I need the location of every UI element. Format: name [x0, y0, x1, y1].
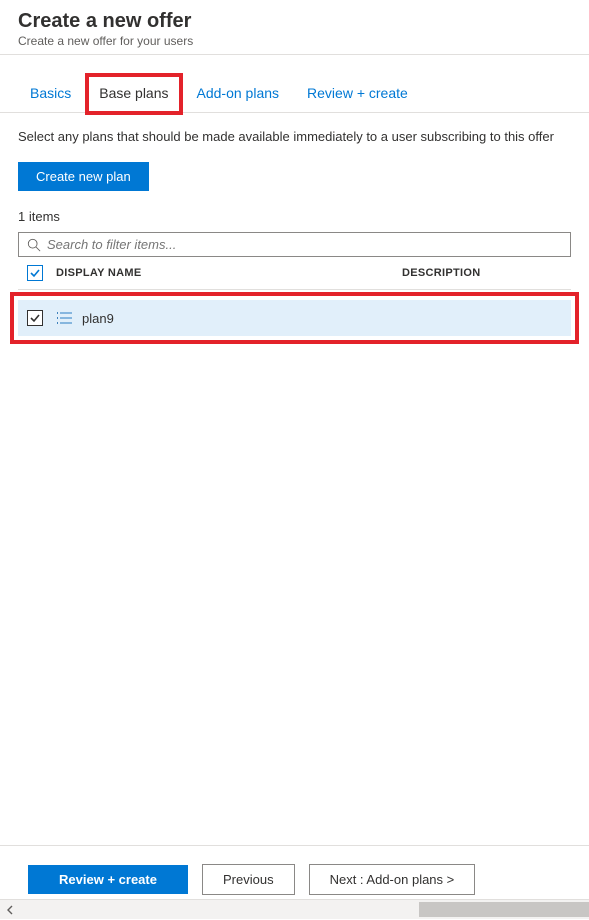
page-subtitle: Create a new offer for your users [18, 34, 571, 48]
footer: Review + create Previous Next : Add-on p… [0, 845, 589, 895]
review-create-button[interactable]: Review + create [28, 865, 188, 894]
search-icon [27, 238, 41, 252]
tab-basics[interactable]: Basics [18, 75, 83, 112]
item-count: 1 items [18, 209, 571, 224]
create-new-plan-button[interactable]: Create new plan [18, 162, 149, 191]
tabs: Basics Base plans Add-on plans Review + … [0, 75, 589, 113]
table-row[interactable]: plan9 [18, 300, 571, 336]
tab-review-create[interactable]: Review + create [295, 75, 420, 112]
table-header: DISPLAY NAME DESCRIPTION [18, 257, 571, 290]
page-title: Create a new offer [18, 10, 571, 33]
column-display-name[interactable]: DISPLAY NAME [52, 267, 402, 279]
row-display-name: plan9 [82, 311, 114, 326]
plans-table: DISPLAY NAME DESCRIPTION plan9 [18, 257, 571, 336]
scroll-thumb[interactable] [419, 902, 589, 917]
scroll-left-arrow[interactable] [0, 900, 20, 920]
tab-base-plans[interactable]: Base plans [87, 75, 180, 113]
horizontal-scrollbar[interactable] [0, 899, 589, 919]
next-button[interactable]: Next : Add-on plans > [309, 864, 476, 895]
tab-addon-plans[interactable]: Add-on plans [185, 75, 292, 112]
page-header: Create a new offer Create a new offer fo… [0, 0, 589, 55]
content-area: Select any plans that should be made ava… [0, 113, 589, 336]
previous-button[interactable]: Previous [202, 864, 295, 895]
row-checkbox[interactable] [27, 310, 43, 326]
search-box[interactable] [18, 232, 571, 257]
search-input[interactable] [47, 237, 562, 252]
select-all-checkbox[interactable] [27, 265, 43, 281]
plan-icon [52, 310, 76, 326]
tab-description: Select any plans that should be made ava… [18, 129, 571, 144]
column-description[interactable]: DESCRIPTION [402, 267, 571, 279]
scroll-track[interactable] [20, 900, 589, 919]
